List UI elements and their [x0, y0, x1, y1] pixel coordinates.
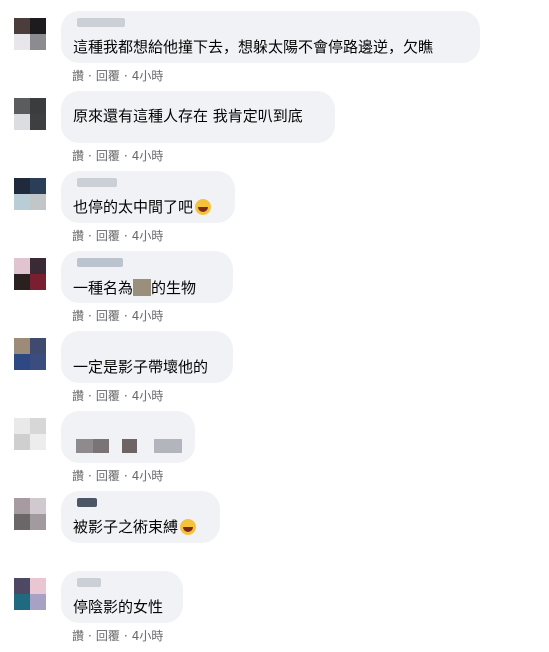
comment-bubble: 一種名為 的生物: [61, 251, 233, 303]
timestamp[interactable]: 4小時: [132, 629, 164, 643]
comment: 一定是影子帶壞他的 讚 · 回覆 · 4小時: [0, 331, 549, 412]
laughing-emoji-icon: [195, 199, 212, 215]
like-button[interactable]: 讚: [72, 69, 84, 83]
timestamp[interactable]: 4小時: [132, 229, 164, 243]
timestamp[interactable]: 4小時: [132, 389, 164, 403]
comment-actions: 讚 · 回覆 · 4小時: [72, 69, 164, 83]
blurred-content: [93, 439, 109, 453]
author-name[interactable]: [77, 258, 123, 267]
avatar[interactable]: [14, 338, 46, 370]
avatar[interactable]: [14, 498, 46, 530]
timestamp[interactable]: 4小時: [132, 469, 164, 483]
comment-text: 也停的太中間了吧: [73, 199, 212, 216]
avatar[interactable]: [14, 18, 46, 50]
censor-block: [133, 279, 152, 296]
comment: 停陰影的女性 讚 · 回覆 · 4小時: [0, 571, 549, 652]
comment-bubble: 一定是影子帶壞他的: [61, 331, 233, 383]
like-button[interactable]: 讚: [72, 309, 84, 323]
comment-text: 這種我都想給他撞下去，想躲太陽不會停路邊逆，欠瞧: [73, 38, 434, 56]
comment-bubble: 被影子之術束縛: [61, 491, 220, 543]
like-button[interactable]: 讚: [72, 629, 84, 643]
blurred-content: [122, 439, 137, 453]
comment-actions: 讚 · 回覆 · 4小時: [72, 309, 164, 323]
comment: 讚 · 回覆 · 4小時: [0, 411, 549, 492]
avatar[interactable]: [14, 578, 46, 610]
comment-text: 一種名為 的生物: [73, 279, 197, 297]
author-name[interactable]: [77, 578, 101, 587]
comment: 原來還有這種人存在 我肯定叭到底 讚 · 回覆 · 4小時: [0, 91, 549, 172]
like-button[interactable]: 讚: [72, 389, 84, 403]
author-name[interactable]: [77, 498, 97, 507]
like-button[interactable]: 讚: [72, 229, 84, 243]
comment-bubble: [61, 411, 195, 463]
avatar[interactable]: [14, 258, 46, 290]
timestamp[interactable]: 4小時: [132, 149, 164, 163]
author-name[interactable]: [77, 178, 117, 187]
author-name[interactable]: [77, 18, 125, 27]
timestamp[interactable]: 4小時: [132, 309, 164, 323]
comment-actions: 讚 · 回覆 · 4小時: [72, 229, 164, 243]
comment: 這種我都想給他撞下去，想躲太陽不會停路邊逆，欠瞧 讚 · 回覆 · 4小時: [0, 11, 549, 92]
comment: 也停的太中間了吧 讚 · 回覆 · 4小時: [0, 171, 549, 252]
avatar[interactable]: [14, 98, 46, 130]
reply-button[interactable]: 回覆: [96, 469, 120, 483]
reply-button[interactable]: 回覆: [96, 229, 120, 243]
comment-bubble: 這種我都想給他撞下去，想躲太陽不會停路邊逆，欠瞧: [61, 11, 480, 63]
comment-text: 停陰影的女性: [73, 598, 164, 616]
comment-actions: 讚 · 回覆 · 4小時: [72, 149, 164, 163]
reply-button[interactable]: 回覆: [96, 309, 120, 323]
reply-button[interactable]: 回覆: [96, 629, 120, 643]
reply-button[interactable]: 回覆: [96, 69, 120, 83]
blurred-content: [154, 439, 182, 453]
comment: 被影子之術束縛: [0, 491, 549, 572]
comment-text: 原來還有這種人存在 我肯定叭到底: [73, 107, 303, 125]
comment-bubble: 原來還有這種人存在 我肯定叭到底: [61, 91, 335, 143]
avatar[interactable]: [14, 178, 46, 210]
comment-text: 一定是影子帶壞他的: [73, 358, 209, 376]
laughing-emoji-icon: [180, 519, 197, 535]
comment-text: 被影子之術束縛: [73, 519, 197, 536]
avatar[interactable]: [14, 418, 46, 450]
reply-button[interactable]: 回覆: [96, 149, 120, 163]
comment-bubble: 停陰影的女性: [61, 571, 183, 623]
comment-actions: 讚 · 回覆 · 4小時: [72, 469, 164, 483]
like-button[interactable]: 讚: [72, 149, 84, 163]
timestamp[interactable]: 4小時: [132, 69, 164, 83]
like-button[interactable]: 讚: [72, 469, 84, 483]
reply-button[interactable]: 回覆: [96, 389, 120, 403]
comment-bubble: 也停的太中間了吧: [61, 171, 235, 223]
comment-actions: 讚 · 回覆 · 4小時: [72, 629, 164, 643]
comment: 一種名為 的生物 讚 · 回覆 · 4小時: [0, 251, 549, 332]
comment-actions: 讚 · 回覆 · 4小時: [72, 389, 164, 403]
